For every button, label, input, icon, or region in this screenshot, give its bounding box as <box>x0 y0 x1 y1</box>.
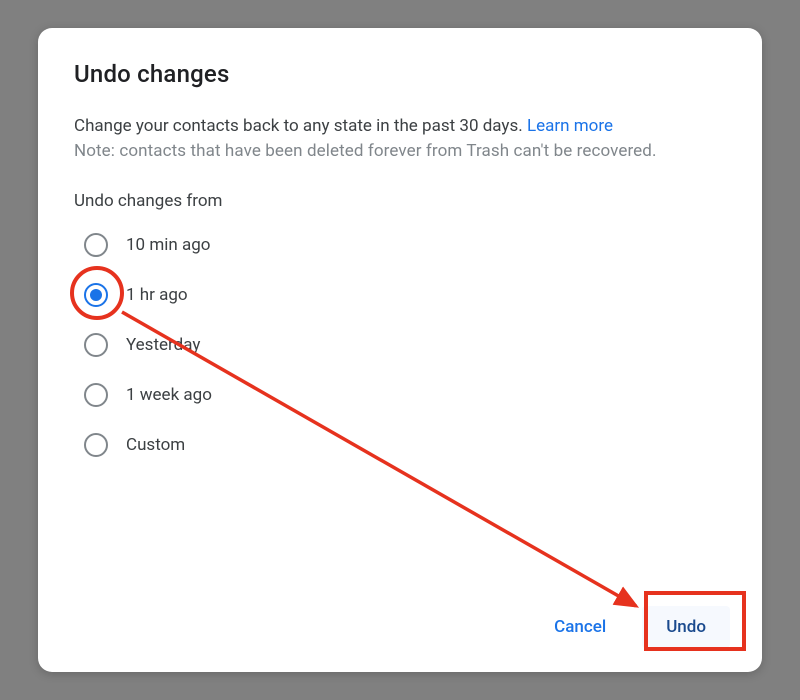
section-label: Undo changes from <box>74 191 730 211</box>
dialog-note: Note: contacts that have been deleted fo… <box>74 141 730 161</box>
learn-more-link[interactable]: Learn more <box>527 116 613 136</box>
radio-icon <box>84 333 108 357</box>
dialog-description: Change your contacts back to any state i… <box>74 114 730 139</box>
radio-icon <box>84 383 108 407</box>
radio-icon <box>84 233 108 257</box>
radio-label: Yesterday <box>126 335 200 355</box>
radio-label: 1 hr ago <box>126 285 188 305</box>
radio-group: 10 min ago 1 hr ago Yesterday 1 week ago… <box>74 233 730 457</box>
dialog-title: Undo changes <box>74 60 730 88</box>
radio-option-1week[interactable]: 1 week ago <box>84 383 730 407</box>
dialog-actions: Cancel Undo <box>74 586 730 648</box>
radio-label: 1 week ago <box>126 385 212 405</box>
radio-label: Custom <box>126 435 185 455</box>
radio-option-1hr[interactable]: 1 hr ago <box>84 283 730 307</box>
radio-icon <box>84 433 108 457</box>
undo-button[interactable]: Undo <box>642 606 730 648</box>
undo-changes-dialog: Undo changes Change your contacts back t… <box>38 28 762 672</box>
radio-icon <box>84 283 108 307</box>
description-text: Change your contacts back to any state i… <box>74 116 527 136</box>
radio-option-yesterday[interactable]: Yesterday <box>84 333 730 357</box>
radio-label: 10 min ago <box>126 235 210 255</box>
radio-option-10min[interactable]: 10 min ago <box>84 233 730 257</box>
cancel-button[interactable]: Cancel <box>530 606 630 648</box>
radio-option-custom[interactable]: Custom <box>84 433 730 457</box>
